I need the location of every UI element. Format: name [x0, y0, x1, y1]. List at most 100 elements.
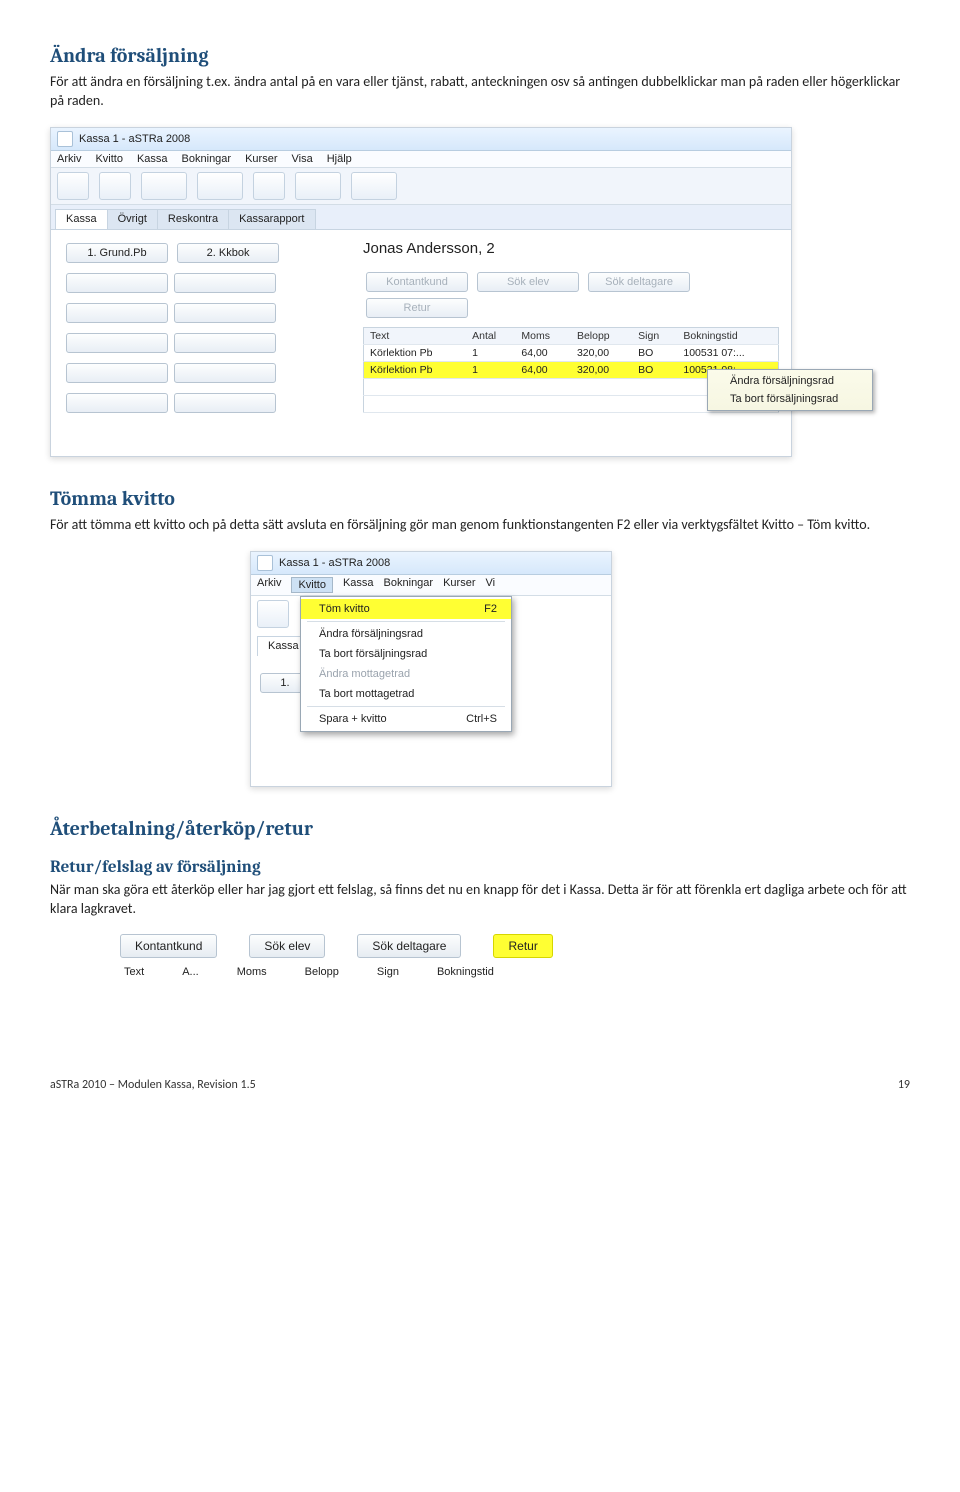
- col-text: Text: [364, 327, 467, 344]
- cell: 64,00: [515, 344, 571, 361]
- menu-item[interactable]: Arkiv: [57, 153, 81, 165]
- work-area: Kassa 1. Töm kvitto F2 Ändra försäljning…: [251, 596, 611, 786]
- menu-item[interactable]: Kurser: [245, 153, 277, 165]
- mi-tabort-forsaljningsrad[interactable]: Ta bort försäljningsrad: [301, 644, 511, 664]
- button-row: Kontantkund Sök elev Sök deltagare Retur: [120, 934, 700, 958]
- menu-item-kvitto[interactable]: Kvitto: [291, 577, 333, 593]
- tab-reskontra[interactable]: Reskontra: [157, 209, 229, 229]
- mi-label: Spara + kvitto: [319, 713, 387, 725]
- empty-button: [66, 273, 168, 293]
- window-title: Kassa 1 - aSTRa 2008: [279, 557, 390, 569]
- kvitto-dropdown[interactable]: Töm kvitto F2 Ändra försäljningsrad Ta b…: [300, 596, 512, 732]
- menubar: Arkiv Kvitto Kassa Bokningar Kurser Vi: [251, 575, 611, 596]
- mi-label: Ta bort försäljningsrad: [319, 648, 427, 660]
- toolbar: [51, 168, 791, 205]
- cell: Körlektion Pb: [364, 344, 467, 361]
- tool-button[interactable]: [197, 172, 243, 200]
- mi-tabort-mottagetrad[interactable]: Ta bort mottagetrad: [301, 684, 511, 704]
- tool-button[interactable]: [57, 172, 89, 200]
- sok-elev-button[interactable]: Sök elev: [249, 934, 325, 958]
- retur-button[interactable]: Retur: [366, 298, 468, 318]
- col-belopp: Belopp: [571, 327, 632, 344]
- empty-button: [174, 393, 276, 413]
- empty-button: [174, 273, 276, 293]
- cell: 320,00: [571, 344, 632, 361]
- sok-elev-button[interactable]: Sök elev: [477, 272, 579, 292]
- heading-andra-forsaljning: Ändra försäljning: [50, 44, 910, 67]
- empty-button: [174, 363, 276, 383]
- heading-aterbetalning: Återbetalning/återköp/retur: [50, 817, 910, 840]
- empty-button: [66, 333, 168, 353]
- mi-label: Ändra mottagetrad: [319, 668, 410, 680]
- page-footer: aSTRa 2010 – Modulen Kassa, Revision 1.5…: [50, 1078, 910, 1092]
- window-title: Kassa 1 - aSTRa 2008: [79, 133, 190, 145]
- tab-kassarapport[interactable]: Kassarapport: [228, 209, 315, 229]
- col-a: A...: [182, 966, 199, 978]
- tabbar: Kassa Övrigt Reskontra Kassarapport: [51, 205, 791, 230]
- sales-grid-wrap: Text Antal Moms Belopp Sign Bokningstid …: [363, 327, 779, 413]
- sok-deltagare-button[interactable]: Sök deltagare: [588, 272, 690, 292]
- cell: 1: [466, 361, 515, 378]
- body-andra-forsaljning: För att ändra en försäljning t.ex. ändra…: [50, 73, 910, 111]
- cell: BO: [632, 344, 677, 361]
- mi-tom-kvitto[interactable]: Töm kvitto F2: [301, 599, 511, 619]
- tab-ovrigt[interactable]: Övrigt: [107, 209, 158, 229]
- mi-shortcut: Ctrl+S: [466, 713, 497, 725]
- menubar: Arkiv Kvitto Kassa Bokningar Kurser Visa…: [51, 151, 791, 168]
- kkbok-button[interactable]: 2. Kkbok: [177, 243, 279, 263]
- tool-button[interactable]: [99, 172, 131, 200]
- figure-kvitto-dropdown: Kassa 1 - aSTRa 2008 Arkiv Kvitto Kassa …: [250, 551, 612, 787]
- tool-button[interactable]: [257, 600, 289, 628]
- table-row[interactable]: Körlektion Pb 1 64,00 320,00 BO 100531 0…: [364, 344, 779, 361]
- menu-item[interactable]: Arkiv: [257, 577, 281, 593]
- menu-item[interactable]: Kvitto: [95, 153, 123, 165]
- kontantkund-button[interactable]: Kontantkund: [120, 934, 217, 958]
- tool-button[interactable]: [351, 172, 397, 200]
- titlebar: Kassa 1 - aSTRa 2008: [251, 552, 611, 575]
- menu-item[interactable]: Kurser: [443, 577, 475, 593]
- mi-label: Töm kvitto: [319, 603, 370, 615]
- tool-button[interactable]: [141, 172, 187, 200]
- mi-label: Ta bort mottagetrad: [319, 688, 414, 700]
- col-sign: Sign: [632, 327, 677, 344]
- grund-pb-button[interactable]: 1. Grund.Pb: [66, 243, 168, 263]
- ctx-tabort-rad[interactable]: Ta bort försäljningsrad: [708, 390, 872, 408]
- col-bokningstid: Bokningstid: [437, 966, 494, 978]
- menu-item[interactable]: Bokningar: [384, 577, 434, 593]
- subheading-retur-felslag: Retur/felslag av försäljning: [50, 858, 910, 877]
- customer-name: Jonas Andersson, 2: [363, 240, 779, 257]
- grid-header-row: Text A... Moms Belopp Sign Bokningstid: [120, 966, 700, 978]
- empty-button: [66, 393, 168, 413]
- tool-button[interactable]: [295, 172, 341, 200]
- ctx-andra-rad[interactable]: Ändra försäljningsrad: [708, 372, 872, 390]
- heading-tomma-kvitto: Tömma kvitto: [50, 487, 910, 510]
- context-menu[interactable]: Ändra försäljningsrad Ta bort försäljnin…: [707, 369, 873, 411]
- menu-item[interactable]: Kassa: [343, 577, 374, 593]
- tab-kassa[interactable]: Kassa: [55, 209, 108, 229]
- body-tomma-kvitto: För att tömma ett kvitto och på detta sä…: [50, 516, 910, 535]
- page-number: 19: [898, 1078, 910, 1092]
- figure-retur-buttons: Kontantkund Sök elev Sök deltagare Retur…: [120, 934, 700, 978]
- tool-button[interactable]: [253, 172, 285, 200]
- empty-button: [66, 363, 168, 383]
- sok-deltagare-button[interactable]: Sök deltagare: [357, 934, 461, 958]
- menu-item[interactable]: Visa: [292, 153, 313, 165]
- menu-item[interactable]: Bokningar: [182, 153, 232, 165]
- titlebar: Kassa 1 - aSTRa 2008: [51, 128, 791, 151]
- retur-button[interactable]: Retur: [493, 934, 552, 958]
- empty-button: [174, 333, 276, 353]
- col-moms: Moms: [237, 966, 267, 978]
- col-antal: Antal: [466, 327, 515, 344]
- app-icon: [57, 131, 73, 147]
- product-button-grid: 1. Grund.Pb 2. Kkbok: [63, 240, 333, 420]
- cell: 320,00: [571, 361, 632, 378]
- menu-item[interactable]: Hjälp: [327, 153, 352, 165]
- col-bokningstid: Bokningstid: [677, 327, 778, 344]
- kontantkund-button[interactable]: Kontantkund: [366, 272, 468, 292]
- menu-item[interactable]: Vi: [486, 577, 496, 593]
- mi-spara-kvitto[interactable]: Spara + kvitto Ctrl+S: [301, 709, 511, 729]
- mi-shortcut: F2: [484, 603, 497, 615]
- mi-andra-forsaljningsrad[interactable]: Ändra försäljningsrad: [301, 624, 511, 644]
- menu-item[interactable]: Kassa: [137, 153, 168, 165]
- cell: BO: [632, 361, 677, 378]
